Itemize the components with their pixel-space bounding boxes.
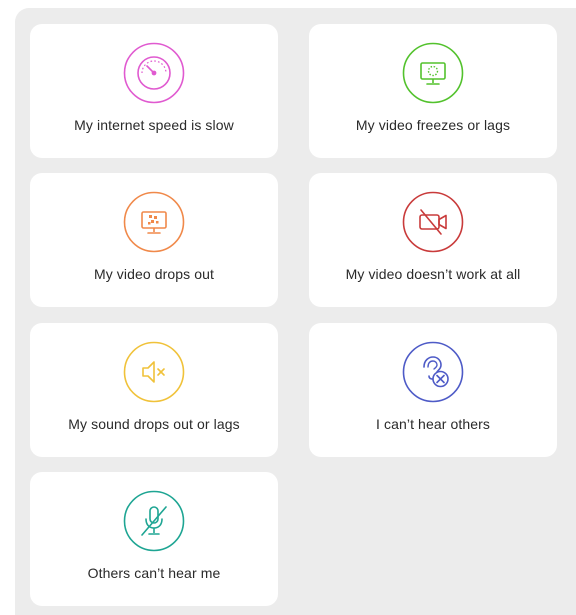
issue-label-others-cant-hear-me: Others can’t hear me	[87, 565, 221, 581]
ear-off-icon	[402, 341, 464, 403]
issue-selection-panel: My internet speed is slow My video freez…	[15, 8, 576, 615]
issue-label-internet-slow: My internet speed is slow	[74, 117, 234, 133]
issue-card-others-cant-hear-me[interactable]: Others can’t hear me	[30, 472, 278, 606]
issue-card-sound-drops[interactable]: My sound drops out or lags	[30, 323, 278, 457]
speedometer-icon	[123, 42, 185, 104]
mic-off-icon	[123, 490, 185, 552]
issue-label-video-not-working: My video doesn’t work at all	[345, 266, 521, 282]
issue-card-cant-hear-others[interactable]: I can’t hear others	[309, 323, 557, 457]
issue-card-internet-slow[interactable]: My internet speed is slow	[30, 24, 278, 158]
issue-card-video-not-working[interactable]: My video doesn’t work at all	[309, 173, 557, 307]
monitor-glitch-icon	[123, 191, 185, 253]
issue-card-video-freezes[interactable]: My video freezes or lags	[309, 24, 557, 158]
speaker-mute-icon	[123, 341, 185, 403]
video-off-icon	[402, 191, 464, 253]
monitor-loading-icon	[402, 42, 464, 104]
issue-label-video-drops: My video drops out	[93, 266, 215, 282]
issue-label-sound-drops: My sound drops out or lags	[68, 416, 240, 432]
issue-label-video-freezes: My video freezes or lags	[355, 117, 511, 133]
issue-label-cant-hear-others: I can’t hear others	[376, 416, 490, 432]
issue-card-video-drops[interactable]: My video drops out	[30, 173, 278, 307]
